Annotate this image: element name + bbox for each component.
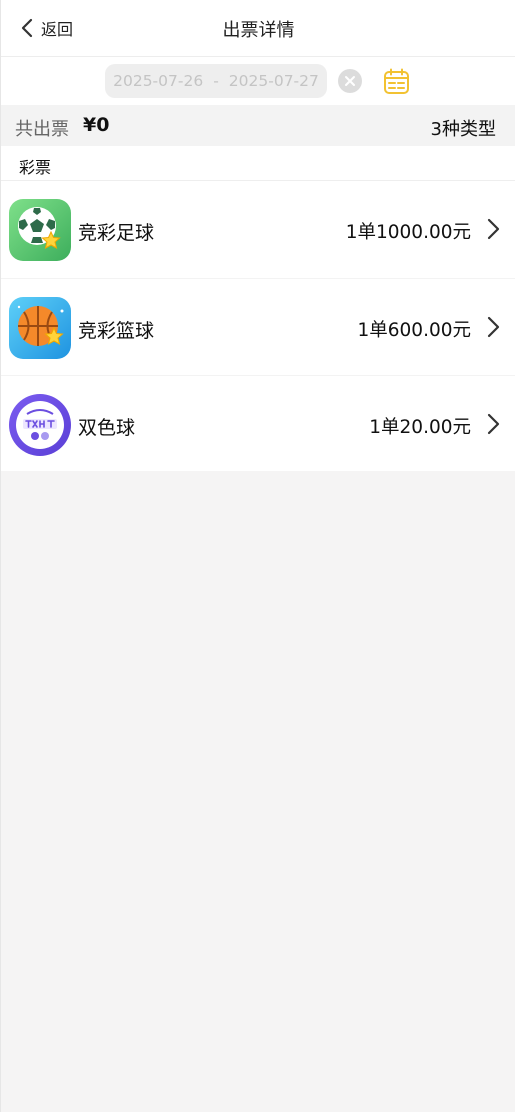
- date-range-field[interactable]: 2025-07-26 - 2025-07-27: [105, 64, 327, 98]
- clear-date-button[interactable]: [338, 69, 362, 93]
- lottery-list: 竞彩足球 1单1000.00元 竞彩篮球 1单600.00元 双色球 1单20.…: [1, 181, 515, 471]
- start-date: 2025-07-26: [113, 72, 204, 90]
- chevron-right-icon: [487, 316, 500, 338]
- top-nav-bar: 返回 出票详情: [1, 0, 515, 57]
- soccer-ball-icon: [9, 199, 71, 261]
- item-value: 1单20.00元: [369, 417, 471, 438]
- item-name: 竞彩足球: [78, 222, 155, 244]
- calendar-icon: [384, 68, 409, 94]
- page-title: 出票详情: [222, 20, 295, 41]
- list-item-soccer[interactable]: 竞彩足球 1单1000.00元: [1, 181, 515, 278]
- list-item-double-color-ball[interactable]: 双色球 1单20.00元: [1, 375, 515, 472]
- double-color-ball-icon: [9, 394, 71, 456]
- item-value: 1单1000.00元: [345, 222, 471, 243]
- item-value: 1单600.00元: [357, 320, 471, 341]
- clear-icon: [345, 76, 355, 86]
- calendar-button[interactable]: [383, 68, 410, 95]
- summary-label: 共出票: [15, 119, 69, 140]
- item-name: 双色球: [78, 417, 136, 439]
- section-label: 彩票: [19, 158, 52, 177]
- item-name: 竞彩篮球: [78, 320, 155, 342]
- list-item-basketball[interactable]: 竞彩篮球 1单600.00元: [1, 278, 515, 375]
- summary-bar: 共出票 ¥0 3种类型: [1, 105, 515, 146]
- section-header: 彩票: [1, 146, 515, 181]
- basketball-icon: [9, 297, 71, 359]
- date-range-bar: 2025-07-26 - 2025-07-27: [1, 57, 515, 105]
- chevron-right-icon: [487, 218, 500, 240]
- end-date: 2025-07-27: [228, 72, 319, 90]
- summary-amount: ¥0: [83, 114, 110, 136]
- chevron-right-icon: [487, 413, 500, 435]
- summary-type-count: 3种类型: [430, 119, 496, 140]
- date-separator: -: [213, 72, 219, 90]
